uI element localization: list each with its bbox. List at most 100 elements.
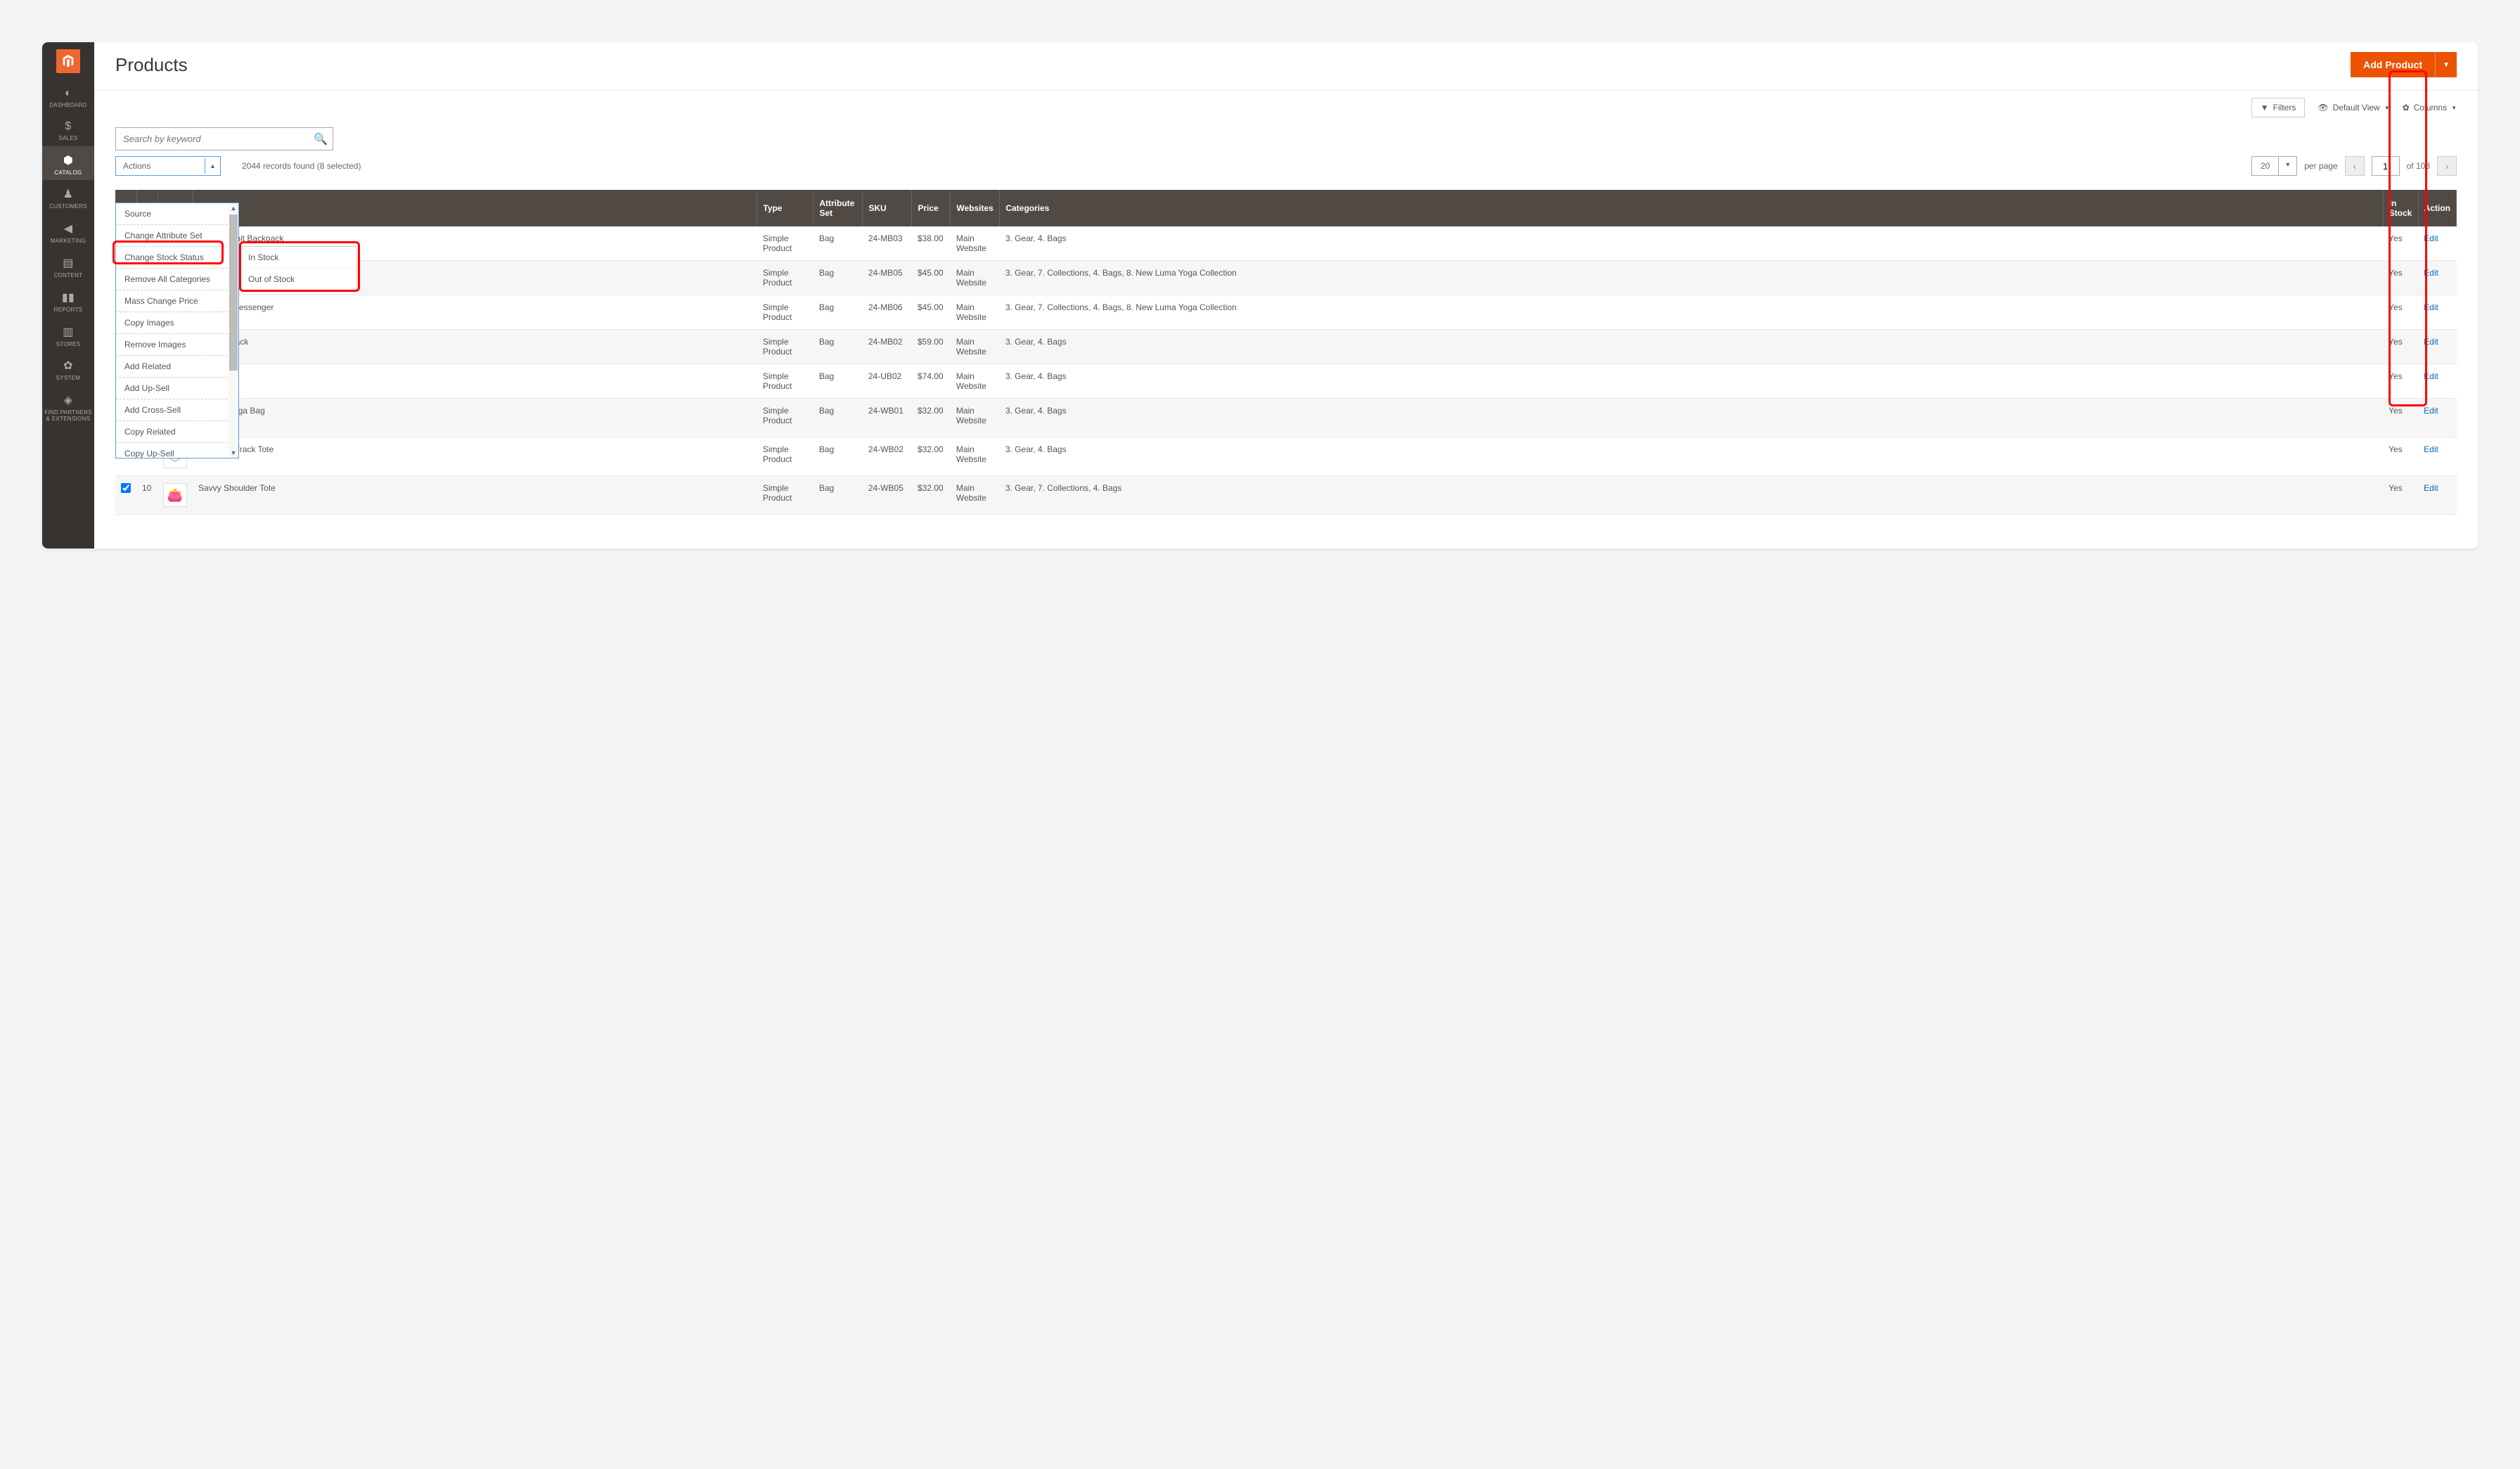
nav-marketing[interactable]: ◀MARKETING: [42, 214, 94, 249]
action-change-stock-status[interactable]: Change Stock Status: [116, 247, 238, 269]
cell-websites: Main Website: [951, 261, 1000, 295]
filters-button[interactable]: ▼ Filters: [2251, 98, 2306, 117]
actions-select[interactable]: Actions ▲: [115, 156, 221, 176]
edit-link[interactable]: Edit: [2424, 233, 2438, 243]
cell-sku: 24-WB01: [863, 399, 912, 437]
cell-id: 10: [136, 476, 158, 515]
col-price[interactable]: Price: [912, 190, 951, 226]
col-name[interactable]: ame: [193, 190, 757, 226]
eye-icon: 👁: [2318, 103, 2328, 113]
stock-option-in-stock[interactable]: In Stock: [240, 247, 356, 268]
nav-reports[interactable]: ▮▮REPORTS: [42, 283, 94, 318]
row-checkbox[interactable]: [121, 483, 131, 493]
table-row[interactable]: ayfarer Messenger BagSimple ProductBag24…: [115, 261, 2457, 295]
magento-logo-icon: [60, 53, 76, 69]
cell-websites: Main Website: [951, 226, 1000, 261]
cell-type: Simple Product: [757, 295, 814, 330]
scroll-up-icon[interactable]: ▲: [230, 205, 237, 212]
col-in-stock[interactable]: In Stock: [2383, 190, 2418, 226]
table-row[interactable]: val Field MessengerSimple ProductBag24-M…: [115, 295, 2457, 330]
nav-content[interactable]: ▤CONTENT: [42, 249, 94, 283]
table-row[interactable]: Simple ProductBag24-UB02$74.00Main Websi…: [115, 364, 2457, 399]
table-row[interactable]: ion BackpackSimple ProductBag24-MB02$59.…: [115, 330, 2457, 364]
default-view-button[interactable]: 👁 Default View ▼: [2318, 103, 2389, 113]
table-row[interactable]: 9⬡Compete Track ToteSimple ProductBag24-…: [115, 437, 2457, 476]
columns-label: Columns: [2414, 103, 2447, 113]
action-remove-images[interactable]: Remove Images: [116, 334, 238, 356]
columns-button[interactable]: ✿ Columns ▼: [2403, 103, 2457, 113]
action-add-related[interactable]: Add Related: [116, 356, 238, 378]
stock-option-out-of-stock[interactable]: Out of Stock: [240, 268, 356, 290]
action-copy-related[interactable]: Copy Related: [116, 421, 238, 443]
add-product-button[interactable]: Add Product: [2351, 52, 2435, 77]
col-action: Action: [2418, 190, 2456, 226]
action-source[interactable]: Source: [116, 203, 238, 225]
nav-label: CATALOG: [54, 170, 82, 177]
edit-link[interactable]: Edit: [2424, 337, 2438, 347]
nav-stores[interactable]: ▥STORES: [42, 318, 94, 352]
add-product-caret[interactable]: ▼: [2435, 52, 2457, 77]
cell-attribute-set: Bag: [814, 295, 863, 330]
cell-websites: Main Website: [951, 330, 1000, 364]
col-attribute-set[interactable]: Attribute Set: [814, 190, 863, 226]
action-add-cross-sell[interactable]: Add Cross-Sell: [116, 399, 238, 421]
table-row[interactable]: own Summit BackpackSimple ProductBag24-M…: [115, 226, 2457, 261]
next-page-button[interactable]: ›: [2437, 156, 2457, 176]
cell-websites: Main Website: [951, 399, 1000, 437]
page-number-input[interactable]: [2372, 156, 2400, 176]
prev-page-button[interactable]: ‹: [2345, 156, 2365, 176]
col-type[interactable]: Type: [757, 190, 814, 226]
cell-name: ion Backpack: [193, 330, 757, 364]
cell-websites: Main Website: [951, 476, 1000, 515]
magento-logo[interactable]: [56, 49, 80, 73]
cell-type: Simple Product: [757, 476, 814, 515]
cell-attribute-set: Bag: [814, 399, 863, 437]
cell-in-stock: Yes: [2383, 295, 2418, 330]
nav-label: CONTENT: [54, 273, 83, 279]
chevron-down-icon[interactable]: ▼: [2279, 157, 2296, 175]
per-page-value: 20: [2252, 157, 2279, 175]
scroll-down-icon[interactable]: ▼: [230, 449, 237, 456]
cell-price: $45.00: [912, 295, 951, 330]
nav-find-partners-extensions[interactable]: ◈FIND PARTNERS & EXTENSIONS: [42, 386, 94, 427]
cell-sku: 24-MB05: [863, 261, 912, 295]
search-icon[interactable]: 🔍: [309, 132, 333, 146]
actions-select-label: Actions: [116, 157, 205, 175]
search-box: 🔍: [115, 127, 333, 150]
col-sku[interactable]: SKU: [863, 190, 912, 226]
cell-name: [193, 364, 757, 399]
edit-link[interactable]: Edit: [2424, 406, 2438, 416]
action-copy-images[interactable]: Copy Images: [116, 312, 238, 334]
per-page-select[interactable]: 20 ▼: [2251, 156, 2297, 176]
edit-link[interactable]: Edit: [2424, 302, 2438, 312]
nav-system[interactable]: ✿SYSTEM: [42, 352, 94, 386]
action-add-up-sell[interactable]: Add Up-Sell: [116, 378, 238, 399]
cell-type: Simple Product: [757, 330, 814, 364]
scrollbar-thumb[interactable]: [229, 214, 238, 371]
edit-link[interactable]: Edit: [2424, 371, 2438, 381]
edit-link[interactable]: Edit: [2424, 268, 2438, 278]
nav-icon: ♟: [63, 187, 74, 201]
action-change-attribute-set[interactable]: Change Attribute Set: [116, 225, 238, 247]
col-categories[interactable]: Categories: [1000, 190, 2383, 226]
edit-link[interactable]: Edit: [2424, 483, 2438, 493]
search-input[interactable]: [116, 128, 309, 150]
action-copy-up-sell[interactable]: Copy Up-Sell: [116, 443, 238, 458]
nav-customers[interactable]: ♟CUSTOMERS: [42, 180, 94, 214]
cell-price: $74.00: [912, 364, 951, 399]
cell-price: $32.00: [912, 437, 951, 476]
action-mass-change-price[interactable]: Mass Change Price: [116, 290, 238, 312]
table-row[interactable]: 8👜Voyage Yoga BagSimple ProductBag24-WB0…: [115, 399, 2457, 437]
nav-sales[interactable]: $SALES: [42, 113, 94, 146]
col-websites[interactable]: Websites: [951, 190, 1000, 226]
table-row[interactable]: 10👛Savvy Shoulder ToteSimple ProductBag2…: [115, 476, 2457, 515]
nav-dashboard[interactable]: ◐DASHBOARD: [42, 80, 94, 113]
nav-catalog[interactable]: ⬢CATALOG: [42, 146, 94, 181]
page-total-label: of 103: [2407, 161, 2430, 171]
cell-type: Simple Product: [757, 226, 814, 261]
edit-link[interactable]: Edit: [2424, 444, 2438, 454]
chevron-up-icon[interactable]: ▲: [205, 158, 220, 174]
dropdown-scrollbar[interactable]: ▲ ▼: [229, 203, 238, 458]
action-remove-all-categories[interactable]: Remove All Categories: [116, 269, 238, 290]
cell-in-stock: Yes: [2383, 261, 2418, 295]
